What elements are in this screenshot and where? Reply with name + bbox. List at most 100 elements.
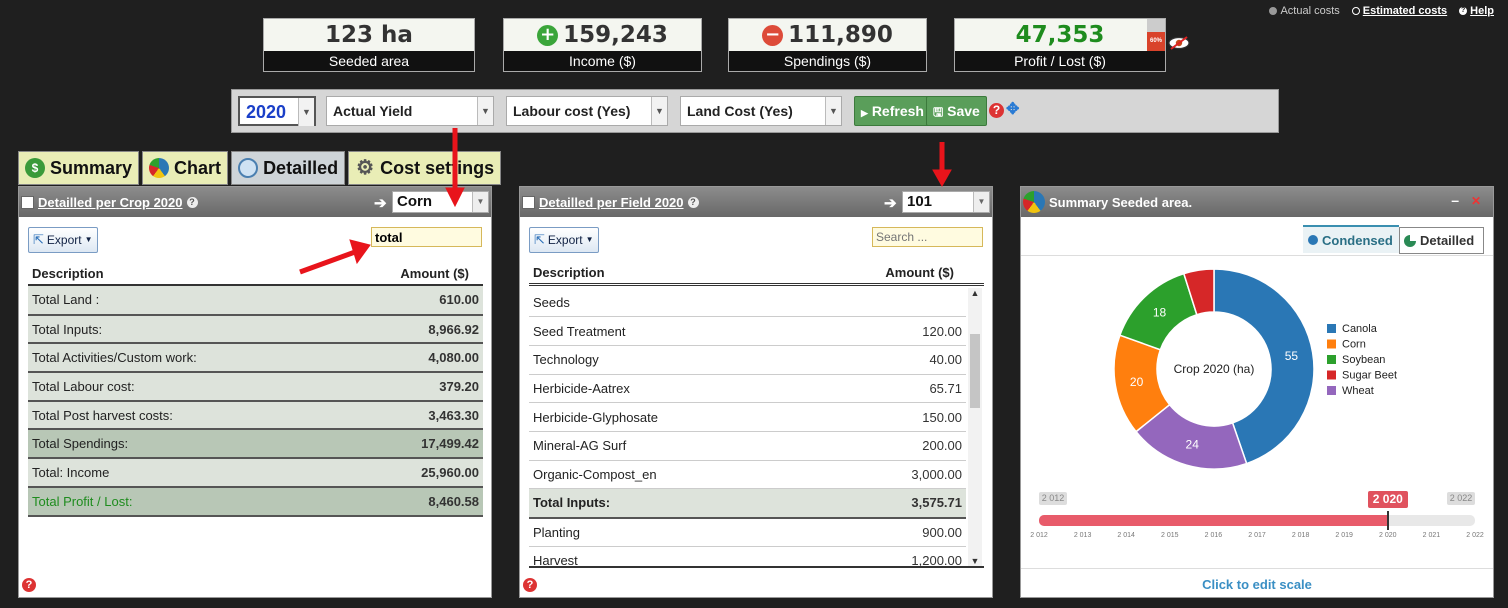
help-icon[interactable]: ? [989,103,1004,118]
save-label: Save [947,103,980,119]
table-row[interactable]: Total Post harvest costs: 3,463.30 [28,400,483,431]
help-link[interactable]: ? Help [1459,5,1494,17]
slider-tick: 2 015 [1161,532,1179,539]
select-all-checkbox[interactable] [522,195,535,209]
yield-select[interactable]: Actual Yield ▼ [326,96,494,126]
row-amount: 150.00 [832,402,966,432]
help-icon[interactable]: ? [687,196,699,208]
tab-detailled-label: Detailled [263,157,339,178]
table-row[interactable]: Total: Income 25,960.00 [28,458,483,488]
row-description: Total Spendings: [28,429,358,460]
table-row[interactable]: Organic-Compost_en 3,000.00 [529,460,966,490]
tab-cost-settings[interactable]: ⚙ Cost settings [348,151,502,185]
table-row[interactable]: Seeds [529,288,966,318]
edit-scale-link[interactable]: Click to edit scale [1021,577,1493,592]
table-row[interactable]: Total Inputs: 3,575.71 [529,488,966,519]
crop-select[interactable]: Corn ▼ [392,191,489,213]
footer-divider [1021,568,1493,569]
tab-chart-label: Chart [174,157,222,178]
table-row[interactable]: Total Activities/Custom work: 4,080.00 [28,343,483,374]
play-icon: ▶ [861,108,868,118]
tab-condensed[interactable]: Condensed [1303,225,1399,253]
close-icon[interactable]: ✕ [1471,194,1481,208]
vertical-scrollbar[interactable]: ▲ ▼ [968,288,982,566]
legend-label[interactable]: Corn [1342,339,1366,351]
export-button[interactable]: ⇱ Export ▼ [28,227,98,253]
scrollbar-thumb[interactable] [970,334,980,408]
crop-panel-title[interactable]: Detailled per Crop 2020 [38,195,183,210]
arrow-right-icon: ➔ [884,195,897,212]
help-icon[interactable]: ? [22,578,36,592]
table-row[interactable]: Total Labour cost: 379.20 [28,372,483,402]
year-slider-handle[interactable] [1386,511,1389,530]
legend-swatch [1327,386,1336,395]
crop-panel-header: Detailled per Crop 2020 ? ➔ Corn ▼ [19,187,491,217]
donut-chart: 55 24 20 18 Crop 2020 (ha) Canola Corn Soybea… [1113,268,1397,470]
row-amount: 120.00 [832,316,966,346]
col-description[interactable]: Description [32,266,104,281]
floppy-icon: 🖫 [933,105,944,119]
minimize-icon[interactable]: – [1451,192,1459,208]
table-row[interactable]: Seed Treatment 120.00 [529,316,966,346]
table-row[interactable]: Mineral-AG Surf 200.00 [529,431,966,461]
arrow-head-icon [932,169,952,188]
year-select[interactable]: 2020 ▼ [238,96,316,126]
estimated-costs-option[interactable]: Estimated costs [1351,5,1447,17]
expand-icon[interactable]: ✥ [1006,102,1022,118]
crop-search-input[interactable] [371,227,482,247]
field-table-viewport: Seeds Seed Treatment 120.00 Technology 40.00… [529,288,966,566]
save-button[interactable]: 🖫 Save [926,96,987,126]
table-row[interactable]: Technology 40.00 [529,345,966,375]
chevron-down-icon: ▼ [477,97,493,125]
row-amount: 610.00 [357,286,483,316]
seeded-area-label: Seeded area [264,51,474,71]
help-icon[interactable]: ? [186,196,198,208]
col-amount[interactable]: Amount ($) [885,265,954,280]
profit-value: 47,353 [1015,22,1105,48]
radio-icon [1269,7,1278,15]
eye-hidden-icon[interactable] [1168,36,1190,50]
tab-chart[interactable]: Chart [142,151,229,185]
tab-summary[interactable]: $ Summary [18,151,140,185]
table-row[interactable]: Total Inputs: 8,966.92 [28,314,483,345]
actual-costs-option[interactable]: Actual costs [1269,5,1340,17]
field-select[interactable]: 101 ▼ [902,191,990,213]
scroll-up-icon[interactable]: ▲ [968,288,982,298]
refresh-button[interactable]: ▶ Refresh [854,96,931,126]
field-panel-title[interactable]: Detailled per Field 2020 [539,195,684,210]
yield-value: Actual Yield [333,103,413,119]
slice-value-label: 20 [1130,375,1144,389]
col-amount[interactable]: Amount ($) [400,266,469,281]
row-amount: 3,000.00 [832,460,966,490]
legend-label[interactable]: Sugar Beet [1342,370,1397,382]
table-row[interactable]: Planting 900.00 [529,517,966,547]
seeded-area-value: 123 ha [325,22,413,48]
table-row[interactable]: Herbicide-Aatrex 65.71 [529,374,966,404]
table-row[interactable]: Total Spendings: 17,499.42 [28,429,483,460]
legend-label[interactable]: Soybean [1342,354,1385,366]
export-button[interactable]: ⇱ Export ▼ [529,227,599,253]
tab-detailled[interactable]: Detailled [231,151,346,185]
help-icon[interactable]: ? [523,578,537,592]
legend-label[interactable]: Wheat [1342,385,1374,397]
select-all-checkbox[interactable] [21,195,34,209]
slider-tick: 2 022 [1466,532,1484,539]
table-row[interactable]: Harvest 1,200.00 [529,546,966,566]
table-row[interactable]: Total Profit / Lost: 8,460.58 [28,486,483,517]
slider-tick: 2 012 [1030,532,1048,539]
col-description[interactable]: Description [533,265,605,280]
legend-label[interactable]: Canola [1342,323,1378,335]
profit-percent-badge: 60% [1147,31,1165,51]
tab-detailled-view[interactable]: Detailled [1399,227,1484,254]
table-row[interactable]: Total Land :610.00 [28,286,483,316]
table-row[interactable]: Herbicide-Glyphosate 150.00 [529,402,966,432]
land-cost-select[interactable]: Land Cost (Yes) ▼ [680,96,842,126]
crop-table: Total Land :610.00 Total Inputs: 8,966.92 T… [28,286,483,517]
field-search-input[interactable] [872,227,983,247]
year-slider-track[interactable]: 2 020 [1039,491,1475,530]
scroll-down-icon[interactable]: ▼ [968,556,982,566]
pie-chart-icon [149,158,170,178]
row-description: Total Inputs: [529,488,833,519]
labour-cost-select[interactable]: Labour cost (Yes) ▼ [506,96,668,126]
dot-icon [1308,235,1318,245]
